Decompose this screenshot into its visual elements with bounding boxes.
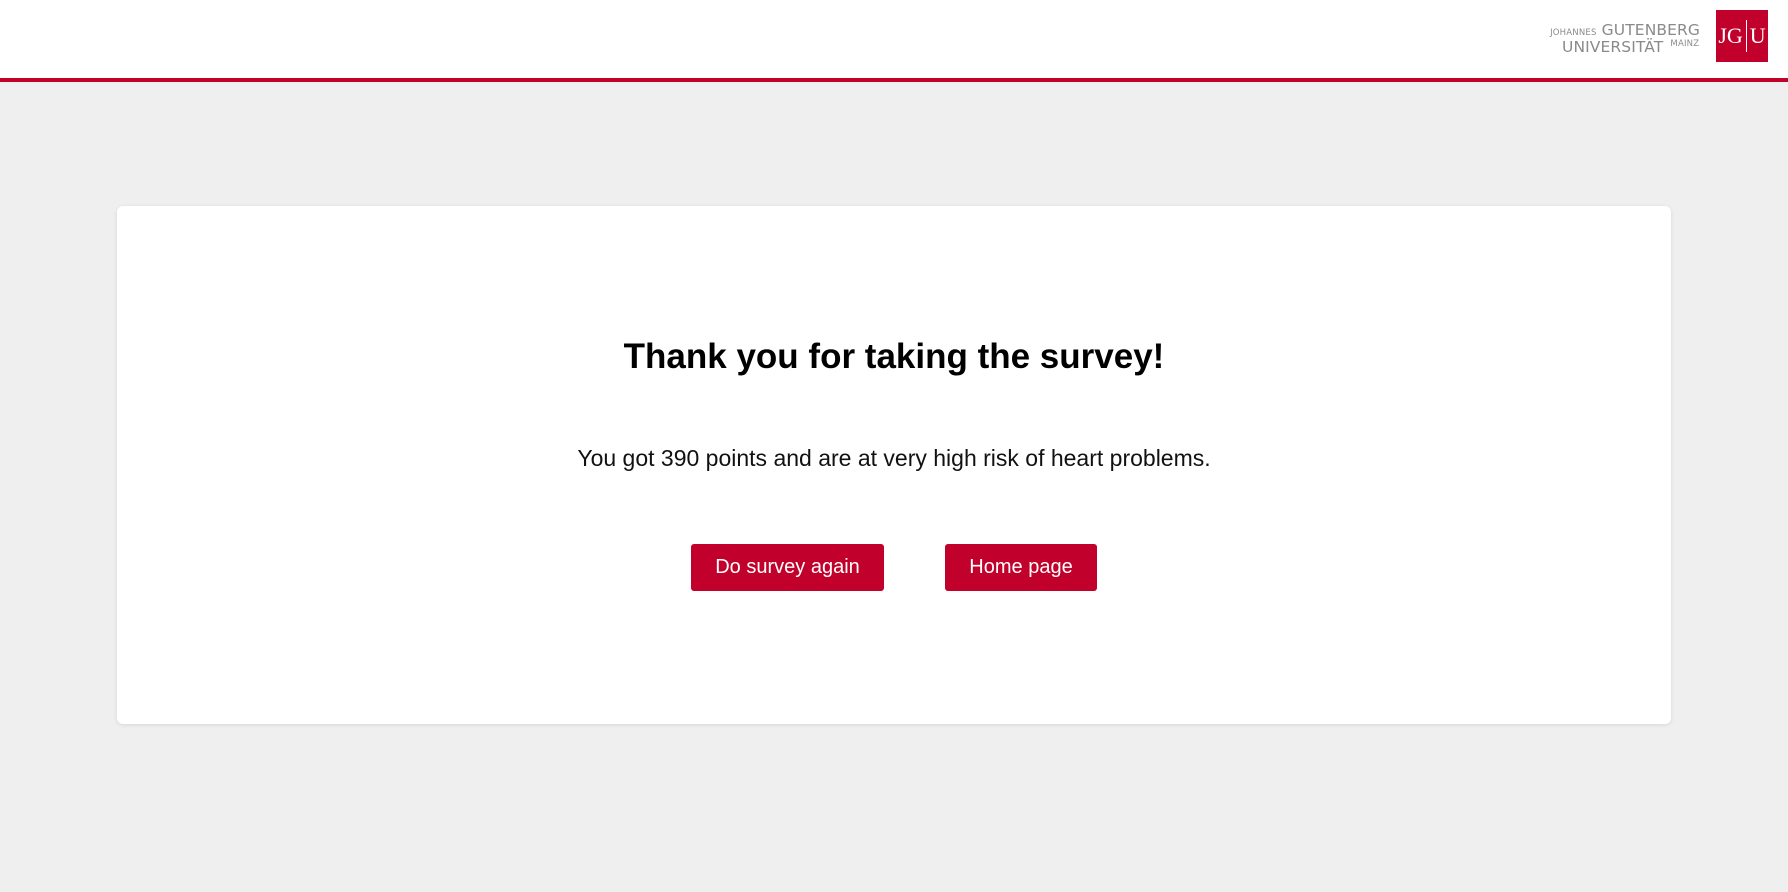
university-wordmark[interactable]: JOHANNES GUTENBERG UNIVERSITÄT MAINZ [1534, 22, 1700, 56]
home-page-button[interactable]: Home page [945, 544, 1097, 591]
wordmark-line-2: UNIVERSITÄT MAINZ [1562, 39, 1699, 56]
wordmark-name-line2: UNIVERSITÄT [1562, 38, 1664, 56]
result-card: Thank you for taking the survey! You got… [117, 206, 1671, 724]
page-title: Thank you for taking the survey! [623, 337, 1165, 376]
do-survey-again-button[interactable]: Do survey again [691, 544, 884, 591]
wordmark-suffix: MAINZ [1670, 39, 1700, 49]
wordmark-name-line1: GUTENBERG [1601, 21, 1700, 39]
logo-right-letter: U [1749, 23, 1766, 48]
jgu-logo[interactable]: JG U [1716, 10, 1768, 62]
top-header: JOHANNES GUTENBERG UNIVERSITÄT MAINZ JG … [0, 0, 1788, 82]
logo-left-letters: JG [1718, 23, 1743, 48]
wordmark-line-1: JOHANNES GUTENBERG [1550, 22, 1700, 39]
result-message: You got 390 points and are at very high … [577, 445, 1211, 471]
wordmark-prefix: JOHANNES [1550, 28, 1597, 38]
logo-divider [1745, 20, 1747, 52]
